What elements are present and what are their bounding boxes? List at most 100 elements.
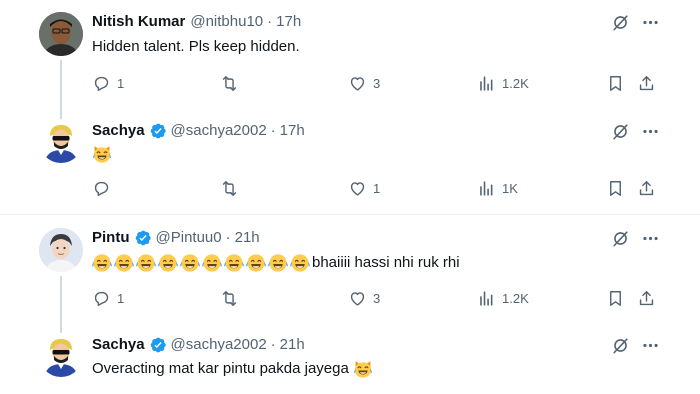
verified-badge-icon bbox=[134, 229, 152, 247]
more-icon[interactable] bbox=[641, 122, 660, 146]
tears-of-joy-emoji bbox=[202, 253, 222, 273]
tweet-actions: 1 3 1.2K bbox=[92, 74, 662, 94]
share-button[interactable] bbox=[637, 289, 656, 308]
reply-button[interactable]: 1 bbox=[92, 289, 124, 308]
user-handle[interactable]: @sachya2002 bbox=[171, 335, 267, 355]
reply-button[interactable] bbox=[92, 179, 111, 198]
tweet-header: Sachya @sachya2002 · 17h bbox=[92, 121, 305, 141]
tears-of-joy-emoji bbox=[268, 253, 288, 273]
views-icon bbox=[477, 179, 496, 198]
timestamp[interactable]: 17h bbox=[280, 121, 305, 141]
tweet-text-content: bhaiiii hassi nhi ruk rhi bbox=[312, 254, 460, 271]
tears-of-joy-emoji bbox=[246, 253, 266, 273]
view-count: 1.2K bbox=[502, 291, 529, 306]
grok-icon[interactable] bbox=[611, 13, 630, 37]
timestamp[interactable]: 21h bbox=[235, 228, 260, 248]
share-button[interactable] bbox=[637, 74, 656, 93]
tweet-text-content: Overacting mat kar pintu pakda jayega bbox=[92, 360, 349, 377]
views-button[interactable]: 1.2K bbox=[477, 74, 529, 93]
thread-line bbox=[60, 60, 62, 112]
grok-icon[interactable] bbox=[611, 122, 630, 146]
like-count: 3 bbox=[373, 291, 381, 306]
reply-icon bbox=[92, 179, 111, 198]
tears-of-joy-emoji bbox=[136, 253, 156, 273]
views-icon bbox=[477, 289, 496, 308]
separator-dot: · bbox=[270, 122, 276, 139]
like-button[interactable]: 1 bbox=[348, 179, 380, 198]
more-icon[interactable] bbox=[641, 229, 660, 253]
tears-of-joy-emoji bbox=[92, 253, 112, 273]
tears-of-joy-emoji bbox=[180, 253, 200, 273]
bookmark-button[interactable] bbox=[606, 179, 625, 198]
like-count: 1 bbox=[373, 181, 381, 196]
tears-of-joy-emoji bbox=[158, 253, 178, 273]
thread-line bbox=[60, 276, 62, 323]
like-icon bbox=[348, 179, 367, 198]
more-icon[interactable] bbox=[641, 336, 660, 360]
repost-icon bbox=[220, 179, 239, 198]
user-handle[interactable]: @Pintuu0 bbox=[156, 228, 222, 248]
repost-button[interactable] bbox=[220, 74, 239, 93]
like-count: 3 bbox=[373, 76, 381, 91]
tweet-header: Sachya @sachya2002 · 21h bbox=[92, 335, 305, 355]
tears-of-joy-emoji bbox=[114, 253, 134, 273]
separator-dot: · bbox=[225, 229, 231, 246]
views-button[interactable]: 1.2K bbox=[477, 289, 529, 308]
view-count: 1.2K bbox=[502, 76, 529, 91]
display-name[interactable]: Pintu bbox=[92, 228, 130, 248]
tweet[interactable]: Sachya @sachya2002 · 21h Overacting mat … bbox=[0, 323, 700, 394]
bookmark-button[interactable] bbox=[606, 74, 625, 93]
laughing-emoji-row bbox=[92, 253, 312, 273]
like-icon bbox=[348, 74, 367, 93]
tweet-text-content: Hidden talent. Pls keep hidden. bbox=[92, 38, 300, 55]
bookmark-icon bbox=[606, 289, 625, 308]
avatar[interactable] bbox=[39, 228, 83, 272]
grok-icon[interactable] bbox=[611, 229, 630, 253]
bookmark-button[interactable] bbox=[606, 289, 625, 308]
reply-icon bbox=[92, 289, 111, 308]
timestamp[interactable]: 21h bbox=[280, 335, 305, 355]
tweet[interactable]: Nitish Kumar @nitbhu10 · 17h Hidden tale… bbox=[0, 12, 700, 112]
bookmark-icon bbox=[606, 74, 625, 93]
separator-dot: · bbox=[270, 336, 276, 353]
grinning-cat-tears-emoji bbox=[92, 144, 112, 164]
thread-line bbox=[60, 323, 62, 333]
like-icon bbox=[348, 289, 367, 308]
display-name[interactable]: Sachya bbox=[92, 121, 145, 141]
repost-icon bbox=[220, 289, 239, 308]
verified-badge-icon bbox=[149, 336, 167, 354]
share-icon bbox=[637, 289, 656, 308]
more-icon[interactable] bbox=[641, 13, 660, 37]
tweet[interactable]: Pintu @Pintuu0 · 21h bhaiiii hassi nhi r… bbox=[0, 228, 700, 323]
like-button[interactable]: 3 bbox=[348, 74, 380, 93]
view-count: 1K bbox=[502, 181, 518, 196]
avatar[interactable] bbox=[39, 119, 83, 163]
reply-count: 1 bbox=[117, 291, 125, 306]
share-icon bbox=[637, 74, 656, 93]
timestamp[interactable]: 17h bbox=[276, 12, 301, 32]
reply-button[interactable]: 1 bbox=[92, 74, 124, 93]
tweet[interactable]: Sachya @sachya2002 · 17h 1 1K bbox=[0, 110, 700, 207]
tweet-text: bhaiiii hassi nhi ruk rhi bbox=[92, 253, 460, 273]
tears-of-joy-emoji bbox=[224, 253, 244, 273]
user-handle[interactable]: @nitbhu10 bbox=[190, 12, 263, 32]
tweet-header: Nitish Kumar @nitbhu10 · 17h bbox=[92, 12, 301, 32]
tweet-text: Hidden talent. Pls keep hidden. bbox=[92, 37, 300, 57]
bookmark-icon bbox=[606, 179, 625, 198]
like-button[interactable]: 3 bbox=[348, 289, 380, 308]
avatar[interactable] bbox=[39, 12, 83, 56]
avatar[interactable] bbox=[39, 333, 83, 377]
reply-count: 1 bbox=[117, 76, 125, 91]
repost-button[interactable] bbox=[220, 289, 239, 308]
verified-badge-icon bbox=[149, 122, 167, 140]
tweet-header: Pintu @Pintuu0 · 21h bbox=[92, 228, 260, 248]
views-button[interactable]: 1K bbox=[477, 179, 518, 198]
grok-icon[interactable] bbox=[611, 336, 630, 360]
share-button[interactable] bbox=[637, 179, 656, 198]
tweet-actions: 1 3 1.2K bbox=[92, 289, 662, 309]
display-name[interactable]: Sachya bbox=[92, 335, 145, 355]
grinning-cat-tears-emoji bbox=[353, 359, 373, 379]
display-name[interactable]: Nitish Kumar bbox=[92, 12, 185, 32]
user-handle[interactable]: @sachya2002 bbox=[171, 121, 267, 141]
repost-button[interactable] bbox=[220, 179, 239, 198]
